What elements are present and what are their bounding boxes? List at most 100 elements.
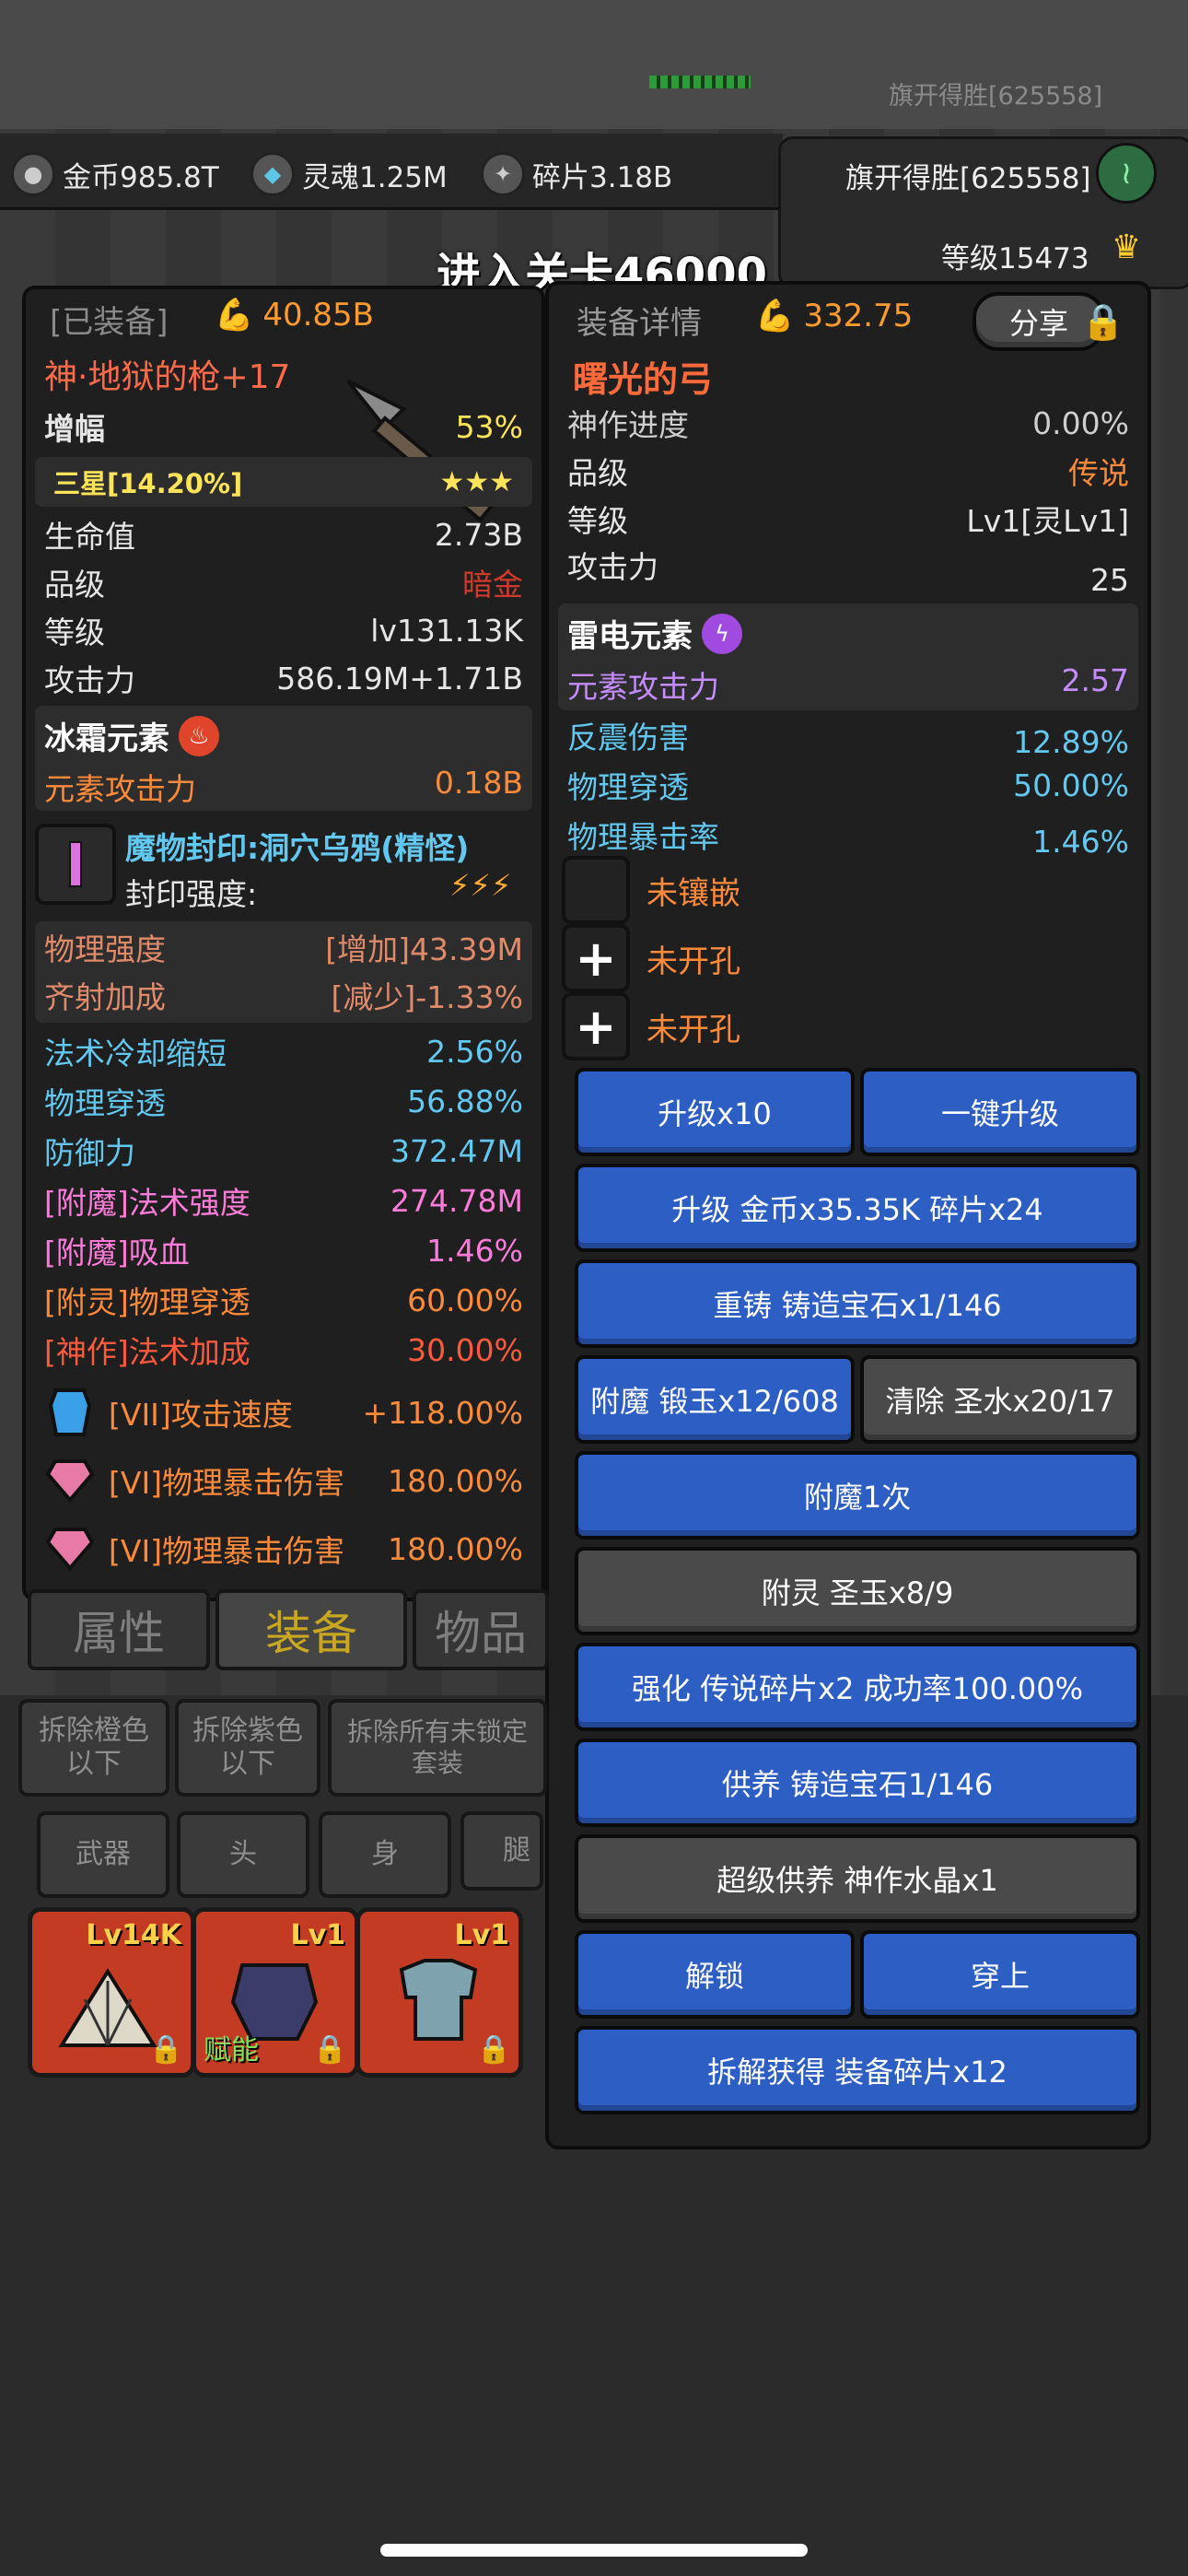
item-card[interactable]: Lv1 赋能 🔒 (192, 1907, 359, 2078)
tab-attributes[interactable]: 属性 (28, 1589, 210, 1670)
stat-row-hp: 生命值 2.73B (26, 510, 542, 558)
remove-purple-button[interactable]: 拆除紫色 以下 (175, 1699, 320, 1797)
upgrade-cost-button[interactable]: 升级 金币x35.35K 碎片x24 (575, 1164, 1140, 1252)
soul-amount: 灵魂1.25M (302, 160, 448, 194)
element-stat-label: 元素攻击力 (44, 771, 196, 807)
stat-label: 生命值 (44, 519, 135, 555)
home-indicator[interactable] (380, 2544, 808, 2557)
remove-unlocked-sets-button[interactable]: 拆除所有未锁定 套装 (328, 1699, 547, 1797)
detail-stat-row: 攻击力 25 (549, 543, 1147, 598)
stat-row-attack: 攻击力 586.19M+1.71B (26, 654, 542, 702)
clear-button[interactable]: 清除 圣水x20/17 (860, 1355, 1140, 1444)
wear-button[interactable]: 穿上 (860, 1930, 1140, 2019)
detail-stat-value: 0.00% (1032, 404, 1129, 441)
seal-title: 魔物封印:洞穴乌鸦(精怪) (125, 830, 470, 866)
lock-icon[interactable]: 🔒 (149, 2033, 183, 2066)
socket-row[interactable]: + 未开孔 (562, 992, 740, 1060)
soul-icon: ◆ (250, 152, 295, 196)
attr-value: 30.00% (407, 1331, 523, 1368)
pink-gem-icon (44, 1523, 96, 1575)
empower-tag: 赋能 (204, 2034, 259, 2067)
lock-icon[interactable]: 🔒 (477, 2033, 511, 2066)
attr-row: 物理穿透 56.88% (26, 1076, 542, 1126)
tab-equipment[interactable]: 装备 (215, 1589, 407, 1670)
stat-label: 等级 (44, 615, 105, 650)
item-card[interactable]: Lv1 🔒 (355, 1907, 523, 2078)
tab-items[interactable]: 物品 (413, 1589, 549, 1670)
remove-orange-button[interactable]: 拆除橙色 以下 (18, 1699, 169, 1797)
spirit-button[interactable]: 附灵 圣玉x8/9 (575, 1547, 1140, 1635)
attr-label: [附魔]吸血 (44, 1235, 190, 1270)
detail-stat-label: 攻击力 (567, 549, 658, 585)
slot-weapon-button[interactable]: 武器 (37, 1811, 169, 1898)
gem-value: 180.00% (388, 1530, 523, 1567)
gem-value: 180.00% (388, 1462, 523, 1499)
seal-stat-label: 物理强度 (44, 931, 166, 967)
super-offer-button[interactable]: 超级供养 神作水晶x1 (575, 1834, 1140, 1923)
amplify-label: 增幅 (44, 411, 105, 447)
element-block: 冰霜元素 ♨ 元素攻击力 0.18B (35, 706, 532, 811)
detail-item-name: 曙光的弓 (573, 359, 714, 400)
gem-label: [VI]物理暴击伤害 (109, 1533, 345, 1569)
detail-element-block: 雷电元素 ϟ 元素攻击力 2.57 (558, 603, 1138, 710)
enchant-button[interactable]: 附魔 锻玉x12/608 (575, 1355, 855, 1444)
attr-label: [附魔]法术强度 (44, 1185, 250, 1221)
item-level: Lv1 (454, 1919, 509, 1951)
item-level: Lv14K (86, 1919, 181, 1951)
attr-row: 防御力 372.47M (26, 1126, 542, 1176)
detail-stat-label: 品级 (567, 455, 628, 491)
slot-head-button[interactable]: 头 (177, 1811, 309, 1898)
crown-icon: ♛ (1101, 224, 1152, 270)
slot-body-button[interactable]: 身 (319, 1811, 451, 1898)
enchant-once-button[interactable]: 附魔1次 (575, 1451, 1140, 1540)
detail-attr-label: 物理暴击率 (567, 819, 719, 855)
power-display: 💪 40.85B (215, 297, 374, 334)
dismantle-button[interactable]: 拆解获得 装备碎片x12 (575, 2026, 1140, 2114)
detail-stat-label: 神作进度 (567, 407, 689, 443)
item-card[interactable]: Lv14K 🔒 (28, 1907, 195, 2078)
blue-crystal-icon (44, 1387, 96, 1438)
attr-row: [神作]法术加成 30.00% (26, 1325, 542, 1375)
socket-row[interactable]: 未镶嵌 (562, 856, 740, 924)
stat-label: 攻击力 (44, 662, 135, 698)
gem-value: +118.00% (362, 1394, 523, 1431)
detail-stat-value: Lv1[灵Lv1] (966, 503, 1129, 539)
socket-row[interactable]: + 未开孔 (562, 924, 740, 992)
detail-attr-label: 反震伤害 (567, 720, 689, 755)
recast-button[interactable]: 重铸 铸造宝石x1/146 (575, 1259, 1140, 1348)
coin-icon: ● (11, 152, 55, 196)
shard-resource: ✦ 碎片3.18B (481, 152, 672, 196)
pink-gem-icon (44, 1455, 96, 1506)
detail-power: 💪 332.75 (755, 298, 913, 334)
stat-value: lv131.13K (370, 612, 523, 649)
item-name: 神·地狱的枪+17 (44, 358, 291, 396)
amplify-value: 53% (455, 408, 523, 445)
shard-amount: 碎片3.18B (532, 160, 673, 194)
detail-stat-value: 25 (1090, 562, 1129, 598)
socket-label: 未开孔 (646, 1011, 740, 1048)
attr-value: 60.00% (407, 1282, 523, 1318)
slot-legs-button[interactable]: 腿 (460, 1811, 543, 1891)
upgrade-x10-button[interactable]: 升级x10 (575, 1068, 855, 1156)
element-stat-value: 0.18B (434, 765, 523, 801)
stat-row-level: 等级 lv131.13K (26, 606, 542, 654)
detail-attr-value: 50.00% (1013, 767, 1129, 803)
stat-row-grade: 品级 暗金 (26, 558, 542, 606)
detail-attr-row: 物理暴击率 1.46% (549, 810, 1147, 860)
detail-header: 装备详情 (577, 305, 702, 342)
lock-icon[interactable]: 🔒 (1074, 292, 1133, 351)
attr-row: [附魔]法术强度 274.78M (26, 1176, 542, 1225)
gold-resource: ● 金币985.8T (11, 152, 219, 196)
shard-icon: ✦ (481, 152, 525, 196)
attr-value: 1.46% (426, 1232, 523, 1269)
unlock-button[interactable]: 解锁 (575, 1930, 855, 2019)
lock-icon[interactable]: 🔒 (313, 2033, 347, 2066)
seal-stat-label: 齐射加成 (44, 979, 166, 1015)
strength-arm-icon: 💪 (215, 297, 254, 334)
one-key-upgrade-button[interactable]: 一键升级 (860, 1068, 1140, 1156)
empty-socket-icon (562, 856, 630, 924)
attr-row: [附灵]物理穿透 60.00% (26, 1275, 542, 1325)
strengthen-button[interactable]: 强化 传说碎片x2 成功率100.00% (575, 1643, 1140, 1731)
offer-button[interactable]: 供养 铸造宝石1/146 (575, 1739, 1140, 1827)
health-bar (649, 76, 751, 88)
